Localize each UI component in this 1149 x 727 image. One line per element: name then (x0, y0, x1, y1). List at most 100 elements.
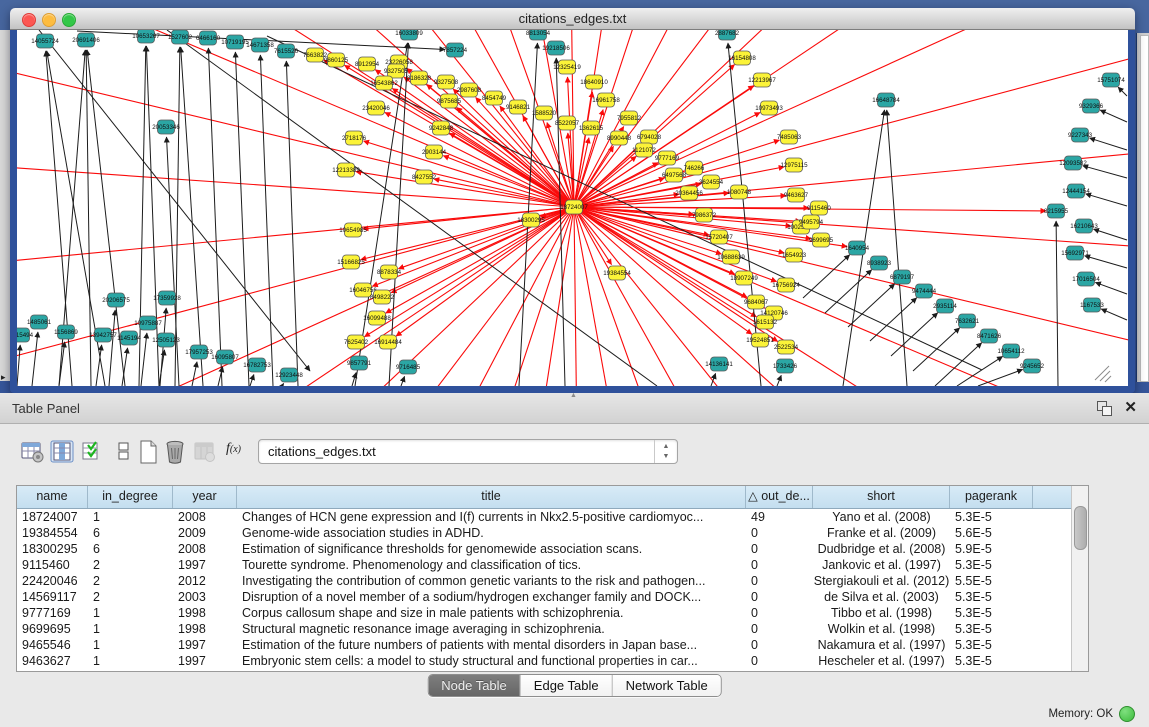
window-title: citations_edges.txt (10, 11, 1135, 26)
graph-node-label: 16154808 (728, 55, 756, 62)
table-row[interactable]: 977716911998Corpus callosum shape and si… (17, 605, 1088, 621)
memory-status-label: Memory: OK (1048, 708, 1113, 720)
resize-grip[interactable] (1095, 366, 1111, 382)
graph-node-label: 16095807 (211, 354, 239, 361)
graph-node-label: 7625402 (344, 339, 369, 346)
graph-node-label: 8912954 (355, 61, 380, 68)
new-table-icon[interactable] (136, 439, 162, 465)
tab-node-table[interactable]: Node Table (428, 675, 521, 696)
graph-node-label: 15751074 (1097, 77, 1125, 84)
graph-node-label: 9327508 (434, 79, 459, 86)
table-cell: 2008 (173, 541, 237, 557)
column-header-pagerank[interactable]: pagerank (950, 486, 1033, 508)
table-row[interactable]: 2242004622012Investigating the contribut… (17, 573, 1088, 589)
graph-node-label: 2935114 (933, 303, 957, 310)
close-panel-icon[interactable]: ✕ (1124, 398, 1137, 416)
network-canvas-container: 1405572420691406106532671527602646616010… (17, 30, 1128, 386)
table-cell: 18300295 (17, 541, 88, 557)
column-header-short[interactable]: short (813, 486, 950, 508)
graph-node-label: 20053346 (152, 124, 180, 131)
graph-node-label: 1121072 (632, 147, 656, 154)
graph-node-label: 16756924 (772, 282, 800, 289)
network-table-select[interactable]: citations_edges.txt ▲▼ (258, 439, 678, 464)
tab-network-table[interactable]: Network Table (613, 675, 721, 696)
graph-node-label: 9146821 (506, 104, 531, 111)
graph-node-label: 746266 (684, 165, 705, 172)
memory-status-indicator[interactable] (1119, 706, 1135, 722)
network-canvas[interactable]: 1405572420691406106532671527602646616010… (17, 30, 1128, 386)
column-check-icon[interactable] (80, 439, 106, 465)
rows-icon[interactable] (112, 439, 138, 465)
graph-node-label: 1615132 (753, 319, 778, 326)
graph-node-label: 14055724 (31, 38, 59, 45)
table-cell: Investigating the contribution of common… (237, 573, 746, 589)
table-row[interactable]: 946362711997Embryonic stem cells: a mode… (17, 653, 1088, 669)
table-cell: 5.6E-5 (950, 525, 1033, 541)
graph-node-label: 7857224 (443, 47, 468, 54)
table-cell: 0 (746, 541, 813, 557)
graph-node-label: 9115460 (807, 205, 831, 212)
column-header-year[interactable]: year (173, 486, 237, 508)
graph-node-label: 15720407 (705, 234, 733, 241)
table-cell: Wolkin et al. (1998) (813, 621, 950, 637)
table-cell: 9699695 (17, 621, 88, 637)
table-cell: 5.3E-5 (950, 509, 1033, 525)
graph-node-label: 14671358 (246, 42, 274, 49)
graph-node-label: 17359928 (153, 295, 181, 302)
column-header-△ out_de...[interactable]: △ out_de... (746, 486, 813, 508)
table-cell: 9115460 (17, 557, 88, 573)
table-cell: 5.3E-5 (950, 557, 1033, 573)
table-cell: 1997 (173, 557, 237, 573)
table-cell: 0 (746, 621, 813, 637)
table-cell: 0 (746, 637, 813, 653)
table-cell: 2 (88, 573, 173, 589)
table-cell: 1 (88, 637, 173, 653)
float-panel-icon[interactable] (1097, 401, 1111, 415)
graph-node-label: 2522534 (774, 344, 799, 351)
graph-node-label: 10654112 (997, 348, 1025, 355)
table-row[interactable]: 1938455462009Genome-wide association stu… (17, 525, 1088, 541)
graph-node-label: 12975115 (780, 162, 808, 169)
graph-node-label: 3624554 (699, 179, 724, 186)
scrollbar-thumb[interactable] (1074, 506, 1087, 550)
graph-node-label: 7615526 (274, 48, 299, 55)
graph-node-label: 20364456 (675, 190, 703, 197)
table-row[interactable]: 1830029562008Estimation of significance … (17, 541, 1088, 557)
table-cell: 2012 (173, 573, 237, 589)
table-row[interactable]: 946554611997Estimation of the future num… (17, 637, 1088, 653)
table-cell: 22420046 (17, 573, 88, 589)
table-cell: 1998 (173, 621, 237, 637)
delete-table-icon[interactable] (162, 439, 188, 465)
graph-node-label: 20206575 (102, 297, 130, 304)
graph-node-label: 9716485 (396, 364, 421, 371)
table-cell: 5.9E-5 (950, 541, 1033, 557)
window-titlebar[interactable]: citations_edges.txt (10, 8, 1135, 30)
graph-node-label: 9857791 (347, 360, 372, 367)
graph-node-label: 8990448 (607, 135, 632, 142)
tab-edge-table[interactable]: Edge Table (521, 675, 613, 696)
column-header-in_degree[interactable]: in_degree (88, 486, 173, 508)
vertical-scrollbar[interactable] (1071, 486, 1088, 671)
table-cell: 1997 (173, 637, 237, 653)
show-columns-icon[interactable] (50, 439, 76, 465)
graph-node-label: 1362615 (579, 125, 604, 132)
splitter-handle[interactable]: ▲ (570, 394, 578, 398)
column-header-name[interactable]: name (17, 486, 88, 508)
table-settings-icon[interactable] (20, 439, 46, 465)
table-row[interactable]: 1872400712008Changes of HCN gene express… (17, 509, 1088, 525)
node-table: namein_degreeyeartitle△ out_de...shortpa… (16, 485, 1089, 672)
graph-node-label: 15166825 (337, 259, 365, 266)
table-cell: 5.3E-5 (950, 605, 1033, 621)
graph-node-label: 10654985 (339, 227, 367, 234)
table-cell: Genome-wide association studies in ADHD. (237, 525, 746, 541)
table-row[interactable]: 1456911722003Disruption of a novel membe… (17, 589, 1088, 605)
table-cell: 2 (88, 589, 173, 605)
table-row[interactable]: 911546021997Tourette syndrome. Phenomeno… (17, 557, 1088, 573)
function-builder-icon[interactable]: f(x) (226, 441, 252, 467)
table-row[interactable]: 969969511998Structural magnetic resonanc… (17, 621, 1088, 637)
column-header-title[interactable]: title (237, 486, 746, 508)
panel-collapse-arrow-icon[interactable]: ▸ (1, 372, 6, 383)
table-cell (1033, 653, 1074, 669)
graph-node-label: 2887682 (715, 30, 740, 37)
graph-node-label: 1588520 (532, 110, 557, 117)
